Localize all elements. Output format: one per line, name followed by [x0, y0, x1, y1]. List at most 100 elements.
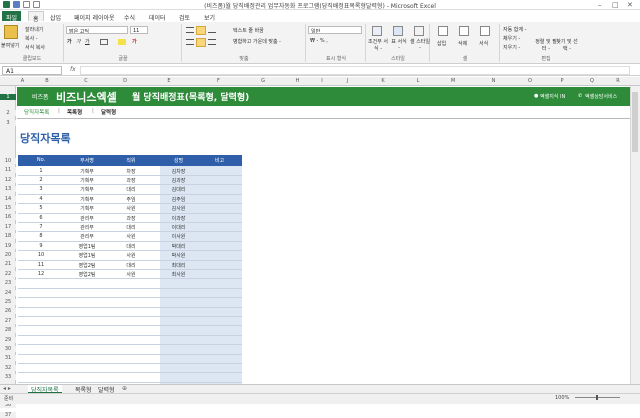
- sort-filter-button[interactable]: 정렬 및 필터 -: [535, 38, 557, 52]
- paste-icon[interactable]: [4, 25, 18, 39]
- cell-no[interactable]: 10: [22, 252, 60, 258]
- row-header[interactable]: 2: [0, 110, 16, 116]
- cell-name[interactable]: 김주임: [160, 196, 197, 203]
- cell-name[interactable]: 김차장: [160, 168, 197, 175]
- cell-no[interactable]: 4: [22, 196, 60, 202]
- sheet-tab-list-view[interactable]: 목록형: [72, 385, 95, 394]
- cell-department[interactable]: 기획부: [68, 177, 106, 184]
- cell-position[interactable]: 사원: [112, 205, 150, 212]
- column-header[interactable]: I: [312, 78, 332, 84]
- save-icon[interactable]: [13, 1, 20, 8]
- row-header[interactable]: 24: [0, 289, 16, 296]
- conditional-format-button[interactable]: 조건부 서식 -: [368, 38, 388, 52]
- row-header[interactable]: 33: [0, 374, 16, 381]
- row-header[interactable]: 31: [0, 355, 16, 362]
- row-header[interactable]: 21: [0, 261, 16, 268]
- cell-position[interactable]: 사원: [112, 233, 150, 240]
- row-header[interactable]: 26: [0, 308, 16, 315]
- cell-department[interactable]: 관리부: [68, 224, 106, 231]
- cell-position[interactable]: 사원: [112, 271, 150, 278]
- copy-button[interactable]: 복사 -: [25, 35, 38, 42]
- row-header[interactable]: 30: [0, 346, 16, 352]
- column-header[interactable]: L: [403, 78, 433, 84]
- cell-name[interactable]: 최대리: [160, 262, 197, 269]
- cell-position[interactable]: 주임: [112, 196, 150, 203]
- row-header[interactable]: 29: [0, 336, 16, 343]
- underline-icon[interactable]: 가: [85, 38, 90, 45]
- cell-position[interactable]: 차장: [112, 168, 150, 175]
- column-header[interactable]: N: [473, 78, 514, 84]
- column-header[interactable]: E: [144, 78, 194, 84]
- cell-name[interactable]: 박사원: [160, 252, 197, 259]
- align-top-icon[interactable]: [186, 27, 194, 33]
- wrap-text-button[interactable]: 텍스트 줄 바꿈: [233, 27, 264, 34]
- column-header[interactable]: M: [433, 78, 473, 84]
- column-header[interactable]: J: [332, 78, 363, 84]
- sheet-nav-icon[interactable]: ◂ ▸: [3, 385, 11, 392]
- table-format-icon[interactable]: [393, 26, 403, 36]
- undo-icon[interactable]: [23, 1, 30, 8]
- cell-department[interactable]: 기획부: [68, 186, 106, 193]
- format-cells-icon[interactable]: [480, 26, 490, 36]
- cell-department[interactable]: 영업2팀: [68, 271, 106, 278]
- italic-icon[interactable]: 가: [76, 38, 81, 45]
- cell-position[interactable]: 대리: [112, 186, 150, 193]
- nav-list-view[interactable]: 목록형: [67, 108, 82, 116]
- table-format-button[interactable]: 표 서식 -: [390, 38, 408, 51]
- cell-department[interactable]: 영업1팀: [68, 252, 106, 259]
- row-header[interactable]: 23: [0, 280, 16, 287]
- cell-no[interactable]: 12: [22, 271, 60, 277]
- format-painter-button[interactable]: 서식 복사: [25, 44, 45, 51]
- column-header[interactable]: D: [106, 78, 144, 84]
- font-color-icon[interactable]: 가: [132, 38, 137, 45]
- row-header[interactable]: 13: [0, 186, 16, 193]
- add-sheet-icon[interactable]: ⊕: [122, 385, 127, 392]
- delete-button[interactable]: 삭제: [458, 40, 467, 47]
- merge-center-button[interactable]: 병합하고 가운데 맞춤 -: [233, 38, 281, 45]
- column-header[interactable]: O: [514, 78, 546, 84]
- align-bottom-icon[interactable]: [208, 27, 216, 33]
- formula-input[interactable]: [80, 66, 630, 75]
- excel-knowledge-link[interactable]: 엑셀지식 IN: [540, 93, 565, 100]
- excel-consult-link[interactable]: 엑셀상담서비스: [585, 93, 617, 100]
- currency-icon[interactable]: ₩ - % ,: [310, 38, 328, 44]
- column-header[interactable]: P: [546, 78, 578, 84]
- bold-icon[interactable]: 가: [67, 38, 72, 45]
- fill-color-icon[interactable]: [118, 39, 126, 45]
- cell-name[interactable]: 이과장: [160, 215, 197, 222]
- maximize-icon[interactable]: □: [612, 1, 619, 9]
- cell-department[interactable]: 영업2팀: [68, 262, 106, 269]
- paste-button[interactable]: 붙여넣기: [1, 42, 19, 49]
- autosum-button[interactable]: 자동 합계 -: [503, 26, 526, 33]
- column-header[interactable]: B: [28, 78, 66, 84]
- delete-cells-icon[interactable]: [459, 26, 469, 36]
- cut-button[interactable]: 잘라내기: [25, 26, 43, 33]
- tab-view[interactable]: 보기: [200, 11, 219, 22]
- row-header[interactable]: 14: [0, 195, 16, 202]
- insert-button[interactable]: 삽입: [437, 40, 446, 47]
- cell-name[interactable]: 이사원: [160, 233, 197, 240]
- cell-position[interactable]: 과장: [112, 177, 150, 184]
- cell-no[interactable]: 3: [22, 186, 60, 192]
- tab-review[interactable]: 검토: [175, 11, 194, 22]
- row-header[interactable]: 25: [0, 299, 16, 305]
- font-size-select[interactable]: 11: [130, 26, 148, 34]
- column-header[interactable]: H: [283, 78, 312, 84]
- row-header[interactable]: 28: [0, 327, 16, 334]
- cell-position[interactable]: 대리: [112, 224, 150, 231]
- font-name-select[interactable]: 맑은 고딕: [66, 26, 128, 34]
- row-header[interactable]: 15: [0, 205, 16, 211]
- column-header[interactable]: Q: [578, 78, 606, 84]
- function-icon[interactable]: fx: [70, 66, 76, 73]
- cell-name[interactable]: 최사원: [160, 271, 197, 278]
- cell-department[interactable]: 기획부: [68, 196, 106, 203]
- cell-no[interactable]: 8: [22, 233, 60, 239]
- minimize-icon[interactable]: –: [598, 1, 602, 9]
- cell-style-button[interactable]: 셀 스타일 -: [410, 38, 430, 51]
- cell-name[interactable]: 김사원: [160, 205, 197, 212]
- scrollbar-thumb[interactable]: [632, 92, 638, 152]
- number-format-select[interactable]: 일반: [308, 26, 362, 34]
- align-middle-icon[interactable]: [196, 26, 206, 35]
- nav-calendar-view[interactable]: 달력형: [101, 108, 116, 116]
- cell-department[interactable]: 관리부: [68, 215, 106, 222]
